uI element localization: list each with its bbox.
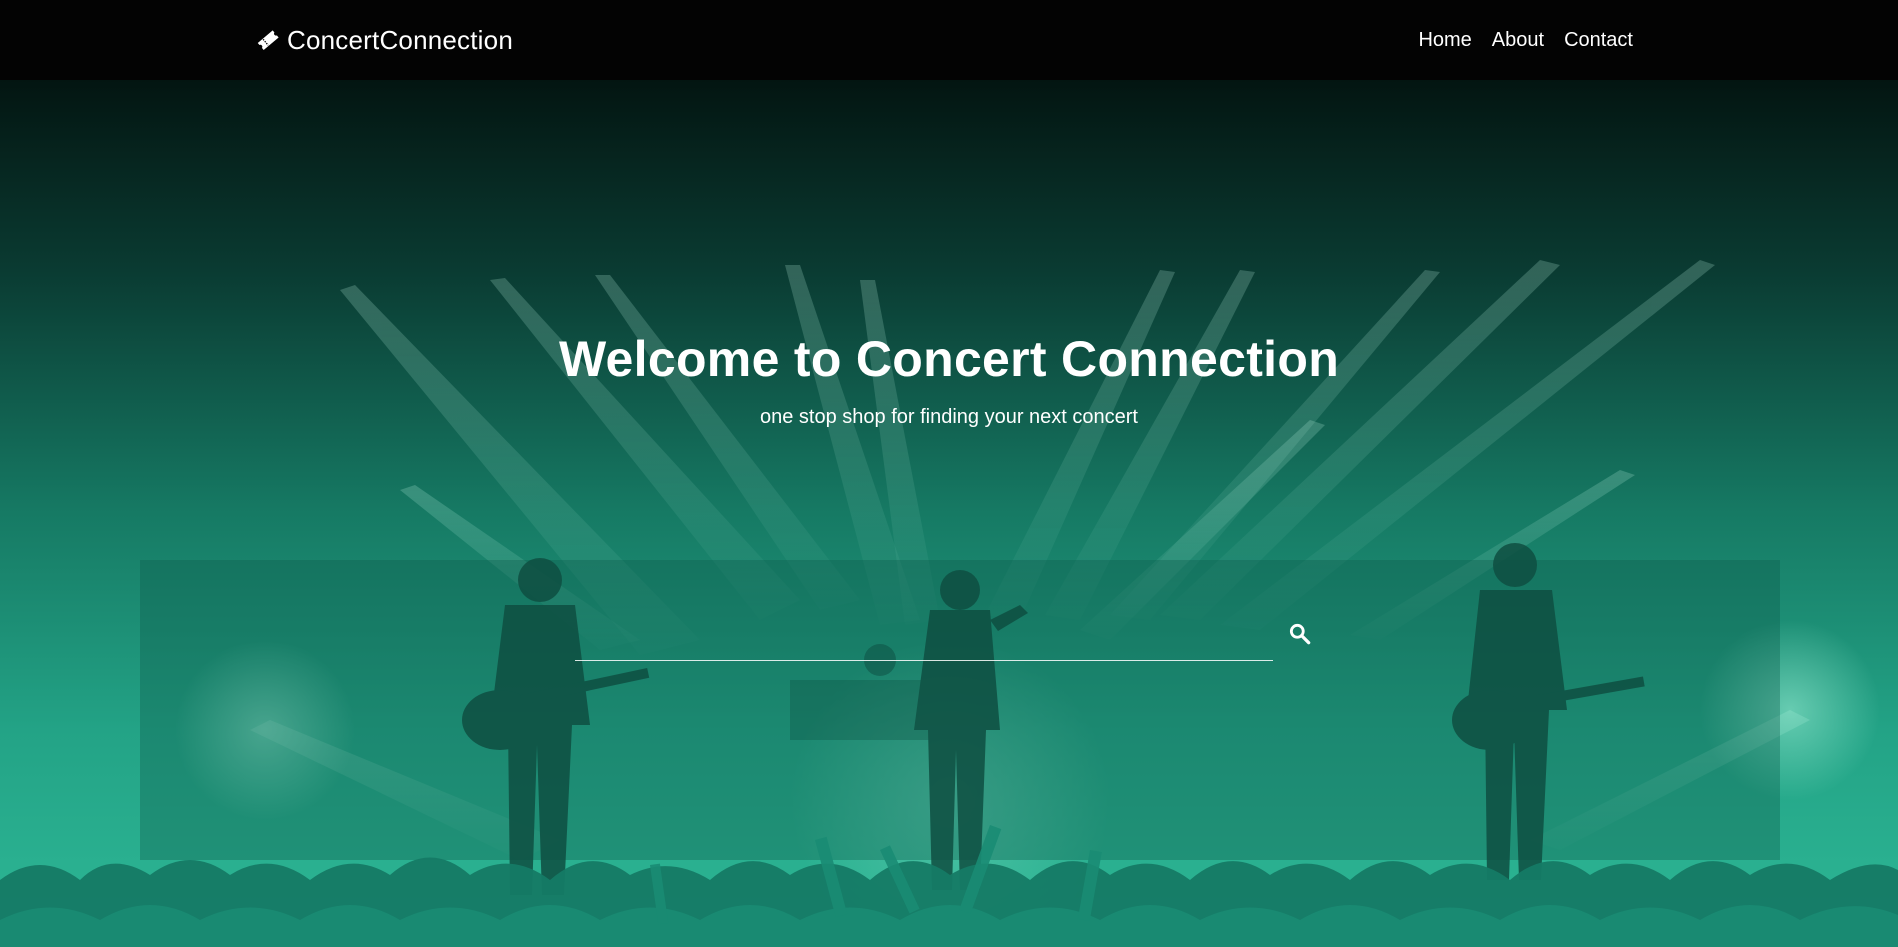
- search-input[interactable]: [575, 620, 1273, 661]
- brand-name: ConcertConnection: [287, 24, 513, 55]
- search-button[interactable]: [1284, 618, 1316, 650]
- nav-link-home[interactable]: Home: [1418, 26, 1471, 54]
- nav-link-contact[interactable]: Contact: [1564, 26, 1633, 54]
- brand-link[interactable]: ConcertConnection: [255, 22, 513, 58]
- nav-link-about[interactable]: About: [1492, 26, 1544, 54]
- navbar: ConcertConnection Home About Contact: [0, 0, 1898, 80]
- ticket-icon: [257, 30, 279, 51]
- search-icon: [1289, 623, 1311, 645]
- hero-section: Welcome to Concert Connection one stop s…: [0, 80, 1898, 947]
- hero-subtitle: one stop shop for finding your next conc…: [759, 406, 1138, 428]
- nav-links: Home About Contact: [1418, 26, 1633, 54]
- concert-background-image: [0, 260, 1898, 947]
- hero-title: Welcome to Concert Connection: [558, 331, 1340, 387]
